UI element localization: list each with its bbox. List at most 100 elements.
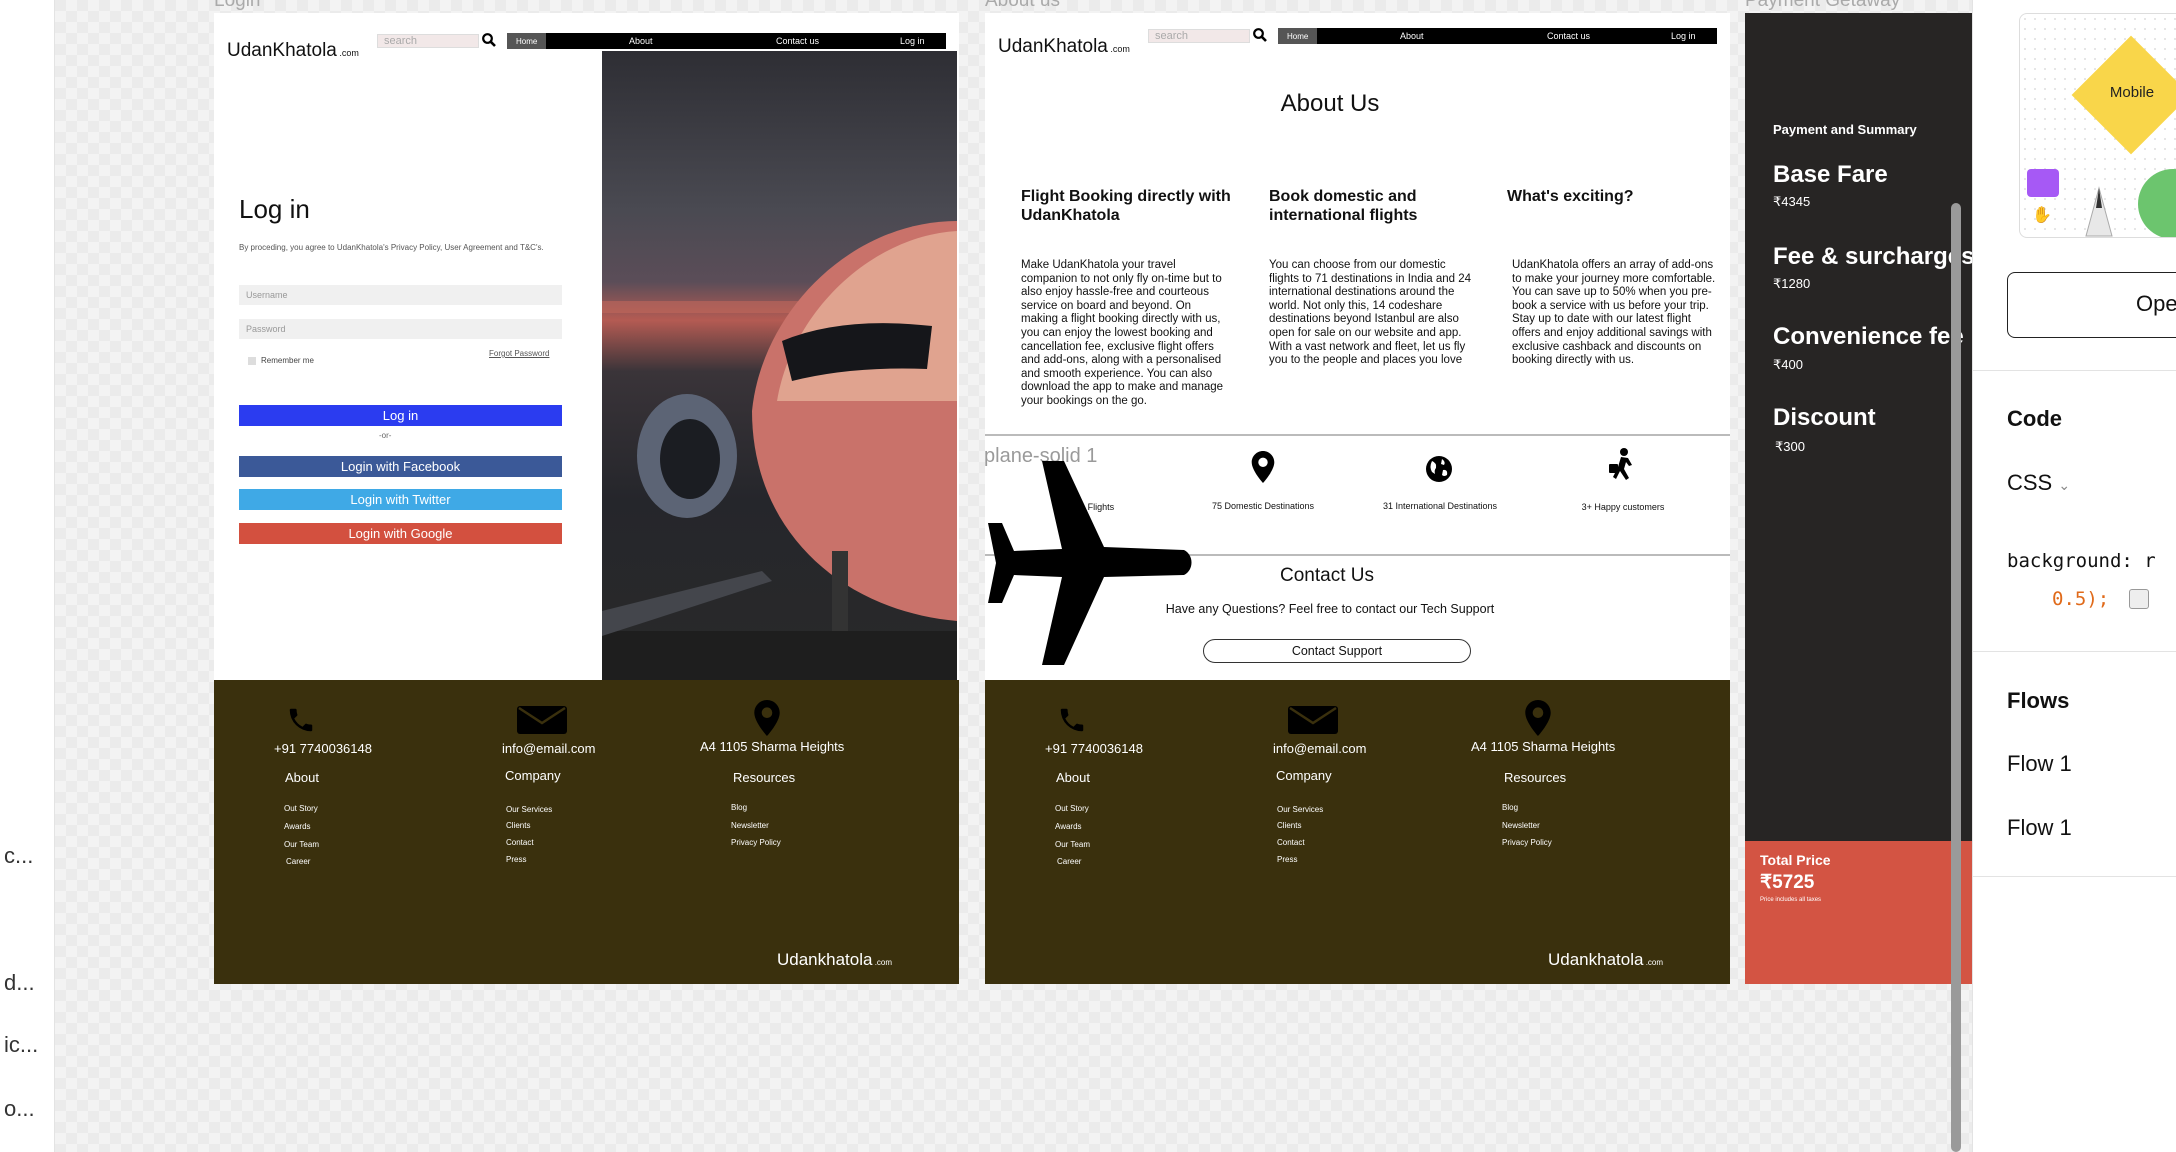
nav-home[interactable]: Home [1278,28,1318,44]
hand-tool-icon[interactable]: ✋ [2032,205,2052,225]
base-fare-label: Base Fare [1773,161,1888,188]
code-line: background: r [2007,550,2156,572]
footer-link[interactable]: Career [1057,857,1081,866]
footer-link[interactable]: Blog [731,803,747,812]
username-input[interactable]: Username [239,285,562,305]
total-section: Total Price ₹5725 Price includes all tax… [1745,841,1972,984]
search-icon[interactable] [481,32,497,48]
email-icon [517,706,567,734]
facebook-login-button[interactable]: Login with Facebook [239,456,562,477]
plane-icon[interactable] [984,455,1204,670]
login-title: Log in [239,194,310,224]
forgot-password-link[interactable]: Forgot Password [489,349,549,358]
nav-login[interactable]: Log in [1671,31,1696,41]
login-frame: UdanKhatola .com search Home About Conta… [214,13,959,984]
footer-link[interactable]: Blog [1502,803,1518,812]
footer-link[interactable]: Our Team [284,840,319,849]
footer-company-title: Company [505,768,561,783]
footer-link[interactable]: Press [506,855,526,864]
search-icon[interactable] [1252,27,1268,43]
footer-link[interactable]: Clients [1277,821,1301,830]
search-input[interactable]: search [1148,29,1250,43]
discount-label: Discount [1773,404,1876,431]
globe-icon [1426,456,1452,482]
navbar: Home About Contact us Log in [507,33,946,49]
twitter-login-button[interactable]: Login with Twitter [239,489,562,510]
contact-support-button[interactable]: Contact Support [1203,639,1471,663]
scrollbar[interactable] [1951,203,1961,1152]
footer-link[interactable]: Career [286,857,310,866]
footer-address: A4 1105 Sharma Heights [1471,739,1616,754]
layer-item[interactable]: o... [4,1096,35,1122]
flow-item[interactable]: Flow 1 [2007,751,2072,777]
nav-contact[interactable]: Contact us [776,36,819,46]
css-dropdown[interactable]: CSS ⌄ [2007,470,2070,496]
layer-item[interactable]: d... [4,970,35,996]
footer-link[interactable]: Our Team [1055,840,1090,849]
footer-link[interactable]: Privacy Policy [1502,838,1552,847]
open-button-label: Ope [2136,291,2176,316]
chevron-down-icon: ⌄ [2058,477,2071,493]
layers-panel: c... d... ic... o... [0,0,55,1152]
select-tool-icon[interactable] [2027,169,2059,197]
footer: +91 7740036148 info@email.com A4 1105 Sh… [985,680,1730,984]
password-input[interactable]: Password [239,319,562,339]
or-divider: -or- [379,431,392,440]
open-button[interactable]: Ope [2007,272,2176,338]
about-text: Make UdanKhatola your travel companion t… [1021,259,1224,407]
mobile-label: Mobile [2109,84,2155,101]
nav-about[interactable]: About [629,36,653,46]
footer-brand: Udankhatola .com [777,950,893,969]
footer-link[interactable]: Press [1277,855,1297,864]
convenience-amount: ₹400 [1773,357,1803,372]
color-swatch[interactable] [2129,589,2149,609]
base-fare-amount: ₹4345 [1773,194,1811,209]
footer-link[interactable]: Newsletter [731,821,769,830]
navbar: Home About Contact us Log in [1278,28,1717,44]
frame-label-login[interactable]: Login [214,0,261,12]
nav-home[interactable]: Home [507,33,547,49]
footer-link[interactable]: Newsletter [1502,821,1540,830]
footer-phone: +91 7740036148 [274,741,372,756]
footer-phone: +91 7740036148 [1045,741,1143,756]
stat-international: 31 International Destinations [1382,501,1498,511]
footer-resources-title: Resources [1504,770,1567,785]
footer-link[interactable]: Our Services [1277,805,1323,814]
flow-item[interactable]: Flow 1 [2007,815,2072,841]
footer-link[interactable]: Contact [1277,838,1305,847]
footer-link[interactable]: Our Services [506,805,552,814]
footer-link[interactable]: Awards [1055,822,1082,831]
nav-login[interactable]: Log in [900,36,925,46]
phone-icon [289,708,313,732]
footer-link[interactable]: Clients [506,821,530,830]
frame-label-about[interactable]: About us [985,0,1060,12]
google-login-button[interactable]: Login with Google [239,523,562,544]
search-input[interactable]: search [377,34,479,48]
stat-domestic: 75 Domestic Destinations [1211,501,1315,511]
layer-item[interactable]: c... [4,843,33,869]
nav-contact[interactable]: Contact us [1547,31,1590,41]
footer: +91 7740036148 info@email.com A4 1105 Sh… [214,680,959,984]
divider [1973,876,2176,877]
about-heading: Book domestic and international flights [1269,188,1418,224]
traveler-icon [1609,448,1632,480]
about-text: You can choose from our domestic flights… [1269,259,1472,367]
footer-link[interactable]: Privacy Policy [731,838,781,847]
layer-item[interactable]: ic... [4,1032,38,1058]
total-note: Price includes all taxes [1760,897,1822,903]
footer-link[interactable]: Out Story [1055,804,1089,813]
divider [1973,651,2176,652]
remember-checkbox[interactable] [248,357,256,365]
code-line: 0.5); [2052,588,2110,610]
policy-text: By proceding, you agree to UdanKhatola's… [239,243,544,252]
site-logo: UdanKhatola .com [998,36,1130,57]
login-button[interactable]: Log in [239,405,562,426]
prototype-preview[interactable]: Mobile ✋ [2019,13,2176,238]
footer-link[interactable]: Contact [506,838,534,847]
frame-label-payment[interactable]: Payment Getaway [1745,0,1900,12]
email-icon [1288,706,1338,734]
nav-about[interactable]: About [1400,31,1424,41]
remember-label: Remember me [261,356,314,365]
footer-link[interactable]: Awards [284,822,311,831]
footer-link[interactable]: Out Story [284,804,318,813]
